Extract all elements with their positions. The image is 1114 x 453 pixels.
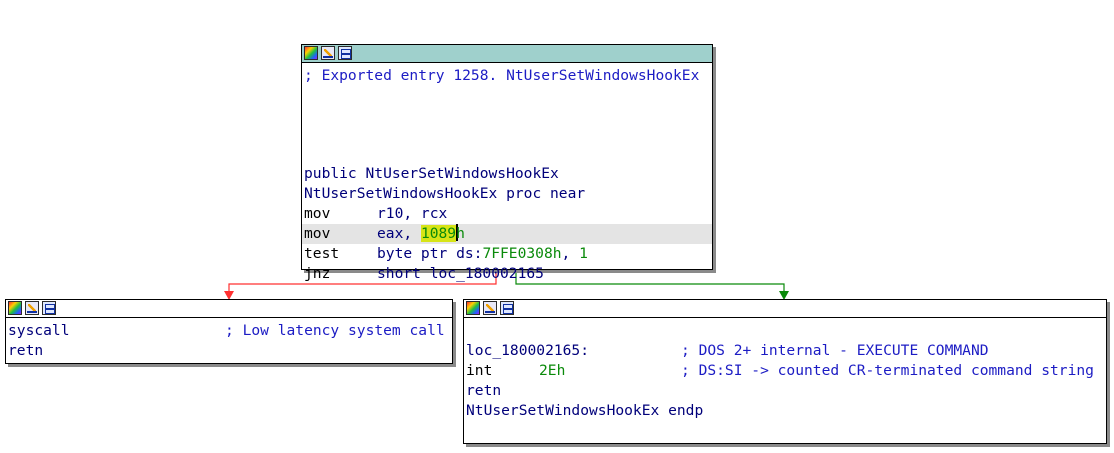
int-comment: ; DS:SI -> counted CR-terminated command… (681, 362, 1094, 379)
instruction-row[interactable]: jnz short loc_180002165 (304, 264, 544, 284)
jump-target[interactable]: short loc_180002165 (377, 265, 544, 282)
immediate-suffix: h (456, 225, 465, 242)
mnemonic: jnz (304, 265, 331, 282)
operand-register: eax, (377, 225, 421, 242)
node-header[interactable] (464, 300, 1106, 318)
rename-node-icon[interactable] (25, 301, 39, 315)
location-label[interactable]: loc_180002165: (466, 341, 589, 361)
syscall-comment: ; Low latency system call (225, 322, 445, 339)
instruction-row[interactable]: test byte ptr ds:7FFE0308h, 1 (304, 244, 588, 264)
instruction-row-selected[interactable]: mov eax, 1089h (304, 224, 465, 244)
interrupt-number: 2Eh (539, 362, 566, 379)
instruction-row[interactable]: retn (466, 381, 501, 401)
instruction-row[interactable]: int 2Eh (466, 361, 565, 381)
highlighted-immediate[interactable]: 1089 (420, 225, 457, 242)
graph-overview-icon[interactable] (500, 301, 514, 315)
export-comment: ; Exported entry 1258. NtUserSetWindowsH… (304, 67, 700, 84)
graph-overview-icon[interactable] (42, 301, 56, 315)
operand-immediate: 1 (579, 245, 588, 262)
top-code-block[interactable]: ; Exported entry 1258. NtUserSetWindowsH… (301, 44, 713, 282)
node-header[interactable] (302, 45, 712, 63)
mnemonic: mov (304, 205, 331, 222)
operands: r10, rcx (377, 205, 448, 222)
label-comment: ; DOS 2+ internal - EXECUTE COMMAND (681, 342, 989, 359)
node-header[interactable] (6, 300, 452, 318)
operand-address[interactable]: 7FFE0308h (482, 245, 561, 262)
rename-node-icon[interactable] (321, 46, 335, 60)
left-code-block[interactable]: syscall ; Low latency system call retn (5, 299, 453, 364)
operand-sep: , (561, 245, 580, 262)
instruction-row[interactable]: syscall (8, 321, 70, 341)
mnemonic: int (466, 362, 493, 379)
color-palette-icon[interactable] (466, 301, 480, 315)
graph-overview-icon[interactable] (338, 46, 352, 60)
edge-true-branch (515, 270, 785, 298)
rename-node-icon[interactable] (483, 301, 497, 315)
mnemonic: mov (304, 225, 331, 242)
mnemonic: test (304, 245, 340, 262)
instruction-row[interactable]: mov r10, rcx (304, 204, 447, 224)
proc-declaration[interactable]: NtUserSetWindowsHookEx proc near (304, 184, 585, 204)
operand-mem: byte ptr ds: (377, 245, 483, 262)
right-code-block[interactable]: loc_180002165: ; DOS 2+ internal - EXECU… (463, 299, 1107, 444)
instruction-row[interactable]: retn (8, 341, 43, 361)
public-declaration[interactable]: public NtUserSetWindowsHookEx (304, 164, 559, 184)
color-palette-icon[interactable] (8, 301, 22, 315)
color-palette-icon[interactable] (304, 46, 318, 60)
endp-declaration[interactable]: NtUserSetWindowsHookEx endp (466, 401, 703, 421)
